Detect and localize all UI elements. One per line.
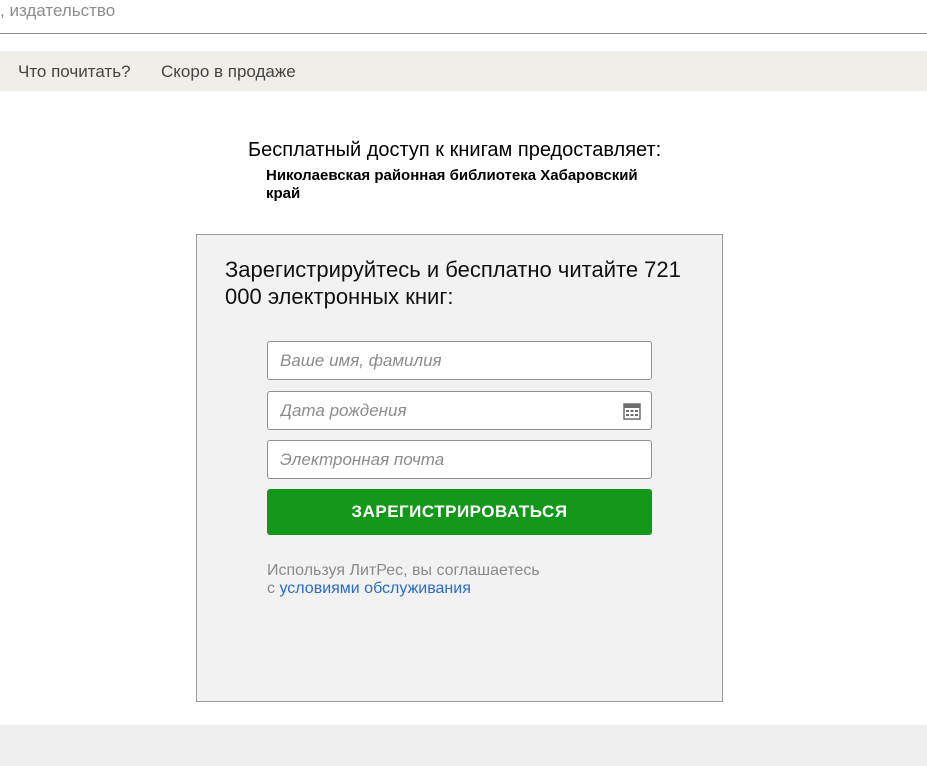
email-input[interactable] — [268, 441, 651, 478]
birthdate-input[interactable] — [268, 392, 651, 429]
email-field-wrapper — [267, 440, 652, 479]
terms-line-1: Используя ЛитРес, вы соглашаетесь — [267, 562, 540, 579]
footer — [0, 725, 927, 766]
name-input[interactable] — [268, 342, 651, 379]
registration-heading: Зарегистрируйтесь и бесплатно читайте 72… — [225, 257, 681, 309]
terms-of-service-link[interactable]: условиями обслуживания — [279, 580, 470, 597]
nav-item-coming-soon[interactable]: Скоро в продаже — [161, 62, 296, 82]
birthdate-field-wrapper — [267, 391, 652, 430]
terms-notice: Используя ЛитРес, вы соглашаетесь с усло… — [267, 562, 652, 598]
search-bar[interactable]: , издательство — [0, 0, 927, 34]
calendar-icon[interactable] — [623, 402, 641, 420]
search-placeholder: , издательство — [0, 1, 116, 20]
terms-line-2: с условиями обслуживания — [267, 580, 652, 598]
register-button[interactable]: ЗАРЕГИСТРИРОВАТЬСЯ — [267, 489, 652, 535]
nav-item-what-to-read[interactable]: Что почитать? — [18, 62, 131, 82]
terms-prefix: с — [267, 580, 275, 597]
library-name: Николаевская районная библиотека Хабаров… — [266, 167, 638, 202]
main-nav: Что почитать? Скоро в продаже — [0, 51, 927, 91]
registration-panel: Зарегистрируйтесь и бесплатно читайте 72… — [196, 234, 723, 702]
name-field-wrapper — [267, 341, 652, 380]
free-access-title: Бесплатный доступ к книгам предоставляет… — [248, 139, 662, 161]
